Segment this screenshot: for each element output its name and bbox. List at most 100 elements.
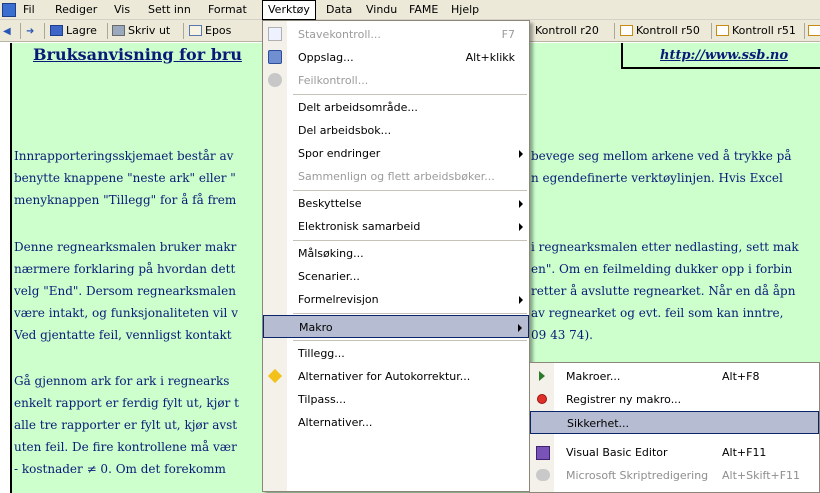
kontroll-r51-button[interactable]: Kontroll r51: [716, 23, 796, 39]
kontroll-r20-button[interactable]: Kontroll r20: [535, 23, 599, 39]
research-icon: [268, 50, 282, 64]
text-line: Gå gjennom ark for ark i regnearks: [14, 374, 230, 388]
menu-item-delt-arbeidsomrade[interactable]: Delt arbeidsområde...: [263, 96, 529, 119]
macro-submenu: Makroer... Alt+F8 Registrer ny makro... …: [529, 362, 820, 493]
play-icon: [539, 371, 545, 381]
text-line: bevege seg mellom arkene ved å trykke på: [531, 149, 792, 163]
menu-item-makro[interactable]: Makro: [263, 315, 529, 338]
print-button[interactable]: Skriv ut: [112, 23, 170, 39]
sheet-border: [10, 43, 12, 493]
menu-separator: [293, 94, 527, 95]
mail-icon: [189, 25, 202, 36]
menu-item-spor-endringer[interactable]: Spor endringer: [263, 142, 529, 165]
ssb-link[interactable]: http://www.ssb.no: [660, 48, 788, 63]
spellcheck-icon: [268, 27, 282, 41]
menu-item-alternativer[interactable]: Alternativer...: [263, 411, 529, 434]
menu-data[interactable]: Data: [321, 0, 357, 20]
kontroll-r51-label: Kontroll r51: [732, 24, 796, 37]
save-label: Lagre: [66, 24, 97, 37]
text-line: 09 43 74).: [531, 328, 593, 342]
menu-separator: [293, 313, 527, 314]
record-icon: [537, 394, 547, 404]
menu-bar: Fil Rediger Vis Sett inn Format Verktøy …: [0, 0, 820, 20]
kontroll-r50-button[interactable]: Kontroll r50: [620, 23, 700, 39]
text-line: velg "End". Dersom regnearksmalen: [14, 284, 236, 298]
menu-sett-inn[interactable]: Sett inn: [143, 0, 196, 20]
menu-item-beskyttelse[interactable]: Beskyttelse: [263, 192, 529, 215]
submenu-item-visual-basic-editor[interactable]: Visual Basic Editor Alt+F11: [530, 441, 819, 464]
edit-icon: [716, 25, 729, 36]
sheet-margin: [0, 43, 10, 493]
mail-button[interactable]: Epos: [189, 23, 231, 39]
menu-format[interactable]: Format: [203, 0, 252, 20]
menu-item-stavekontroll[interactable]: Stavekontroll... F7: [263, 23, 529, 46]
save-button[interactable]: Lagre: [50, 23, 97, 39]
script-editor-icon: [536, 469, 550, 481]
back-arrow-icon[interactable]: ◀: [3, 23, 11, 39]
menu-item-malsoking[interactable]: Målsøking...: [263, 242, 529, 265]
excel-doc-icon[interactable]: [2, 3, 16, 17]
menu-hjelp[interactable]: Hjelp: [446, 0, 484, 20]
submenu-arrow-icon: [519, 223, 523, 231]
menu-item-feilkontroll[interactable]: Feilkontroll...: [263, 69, 529, 92]
text-line: av regnearket og evt. feil som kan inntr…: [531, 306, 784, 320]
toolbar-separator: [107, 23, 108, 39]
toolbar-separator: [711, 23, 712, 39]
error-check-icon: [268, 73, 282, 87]
menu-separator: [293, 240, 527, 241]
toolbar-separator: [183, 23, 184, 39]
autocorrect-icon: [267, 368, 283, 384]
menu-verktoy[interactable]: Verktøy: [262, 0, 316, 20]
text-line: n egendefinerte verktøylinjen. Hvis Exce…: [531, 171, 783, 185]
printer-icon: [112, 25, 125, 36]
text-line: menyknappen "Tillegg" for å få frem: [14, 193, 237, 207]
menu-vindu[interactable]: Vindu: [361, 0, 402, 20]
menu-item-elektronisk-samarbeid[interactable]: Elektronisk samarbeid: [263, 215, 529, 238]
text-line: Innrapporteringsskjemaet består av: [14, 149, 234, 163]
menu-item-oppslag[interactable]: Oppslag... Alt+klikk: [263, 46, 529, 69]
submenu-arrow-icon: [519, 296, 523, 304]
menu-vis[interactable]: Vis: [109, 0, 135, 20]
text-line: uten feil. De fire kontrollene må vær: [14, 440, 237, 454]
kontroll-r50-label: Kontroll r50: [636, 24, 700, 37]
text-line: - kostnader ≠ 0. Om det forekomm: [14, 462, 226, 476]
toolbar-separator: [614, 23, 615, 39]
menu-item-sammenlign[interactable]: Sammenlign og flett arbeidsbøker...: [263, 165, 529, 188]
print-label: Skriv ut: [128, 24, 171, 37]
mail-label: Epos: [205, 24, 232, 37]
submenu-item-skriptredigering[interactable]: Microsoft Skriptredigering Alt+Skift+F11: [530, 464, 819, 487]
menu-fil[interactable]: Fil: [18, 0, 40, 20]
text-line: Denne regnearksmalen bruker makr: [14, 240, 237, 254]
submenu-arrow-icon: [518, 324, 522, 332]
sheet-title: Bruksanvisning for bru: [33, 45, 242, 64]
menu-separator: [293, 190, 527, 191]
edit-icon: [620, 25, 633, 36]
edit-icon[interactable]: [808, 23, 820, 39]
menu-item-tilpass[interactable]: Tilpass...: [263, 388, 529, 411]
text-line: Ved gjentatte feil, vennligst kontakt: [14, 328, 232, 342]
menu-rediger[interactable]: Rediger: [50, 0, 102, 20]
submenu-item-sikkerhet[interactable]: Sikkerhet...: [530, 411, 819, 434]
menu-item-scenarier[interactable]: Scenarier...: [263, 265, 529, 288]
vbe-icon: [536, 446, 550, 460]
menu-item-del-arbeidsbok[interactable]: Del arbeidsbok...: [263, 119, 529, 142]
text-line: nærmere forklaring på hvordan dett: [14, 262, 236, 276]
submenu-item-makroer[interactable]: Makroer... Alt+F8: [530, 365, 819, 388]
tools-menu: Stavekontroll... F7 Oppslag... Alt+klikk…: [262, 20, 530, 492]
submenu-item-registrer-makro[interactable]: Registrer ny makro...: [530, 388, 819, 411]
text-line: en". Om en feilmelding dukker opp i forb…: [531, 262, 793, 276]
text-line: enkelt rapport er ferdig fylt ut, kjør t: [14, 396, 239, 410]
menu-item-autokorrektur[interactable]: Alternativer for Autokorrektur...: [263, 365, 529, 388]
text-line: i regnearksmalen etter nedlasting, sett …: [531, 240, 799, 254]
text-line: benytte knappene "neste ark" eller ": [14, 171, 236, 185]
text-line: være intakt, og funksjonaliteten vil v: [14, 306, 238, 320]
toolbar-separator: [20, 23, 21, 39]
text-line: retter å avslutte regnearket. Når en då …: [531, 284, 796, 298]
save-icon: [50, 25, 63, 36]
text-line: alle tre rapporter er fylt ut, kjør avst: [14, 418, 238, 432]
submenu-arrow-icon: [519, 200, 523, 208]
forward-arrow-icon[interactable]: ➜: [26, 23, 34, 39]
menu-item-formelrevisjon[interactable]: Formelrevisjon: [263, 288, 529, 311]
menu-item-tillegg[interactable]: Tillegg...: [263, 342, 529, 365]
menu-fame[interactable]: FAME: [404, 0, 443, 20]
